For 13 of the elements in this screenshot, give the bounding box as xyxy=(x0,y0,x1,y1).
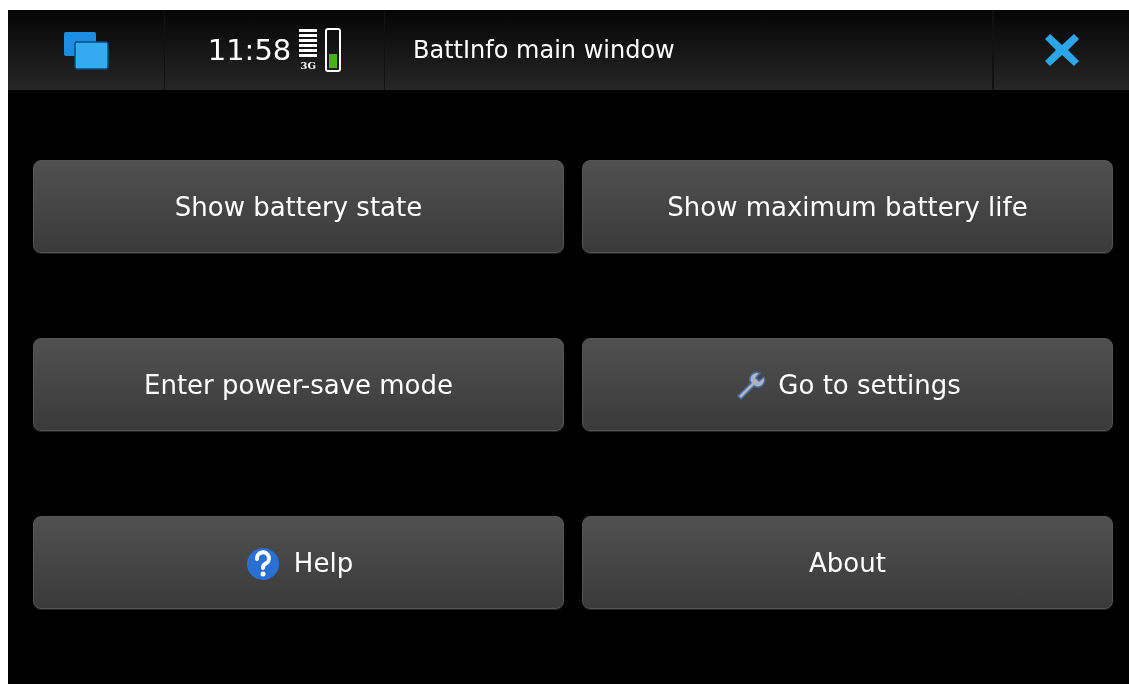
menu-button[interactable]: Go to settings xyxy=(582,338,1113,431)
window-title: BattInfo main window xyxy=(413,36,675,64)
menu-button[interactable]: Enter power-save mode xyxy=(33,338,564,431)
network-type: 3G xyxy=(300,61,317,71)
menu-button[interactable]: Show battery state xyxy=(33,160,564,253)
menu-button[interactable]: Show maximum battery life xyxy=(582,160,1113,253)
task-switcher-icon[interactable] xyxy=(63,30,109,70)
battery-icon xyxy=(325,28,342,72)
signal-icon xyxy=(299,29,318,59)
menu-button[interactable]: Help xyxy=(33,516,564,609)
wrench-icon xyxy=(734,369,767,400)
menu-button[interactable]: About xyxy=(582,516,1113,609)
clock-time: 11:58 xyxy=(207,33,292,67)
